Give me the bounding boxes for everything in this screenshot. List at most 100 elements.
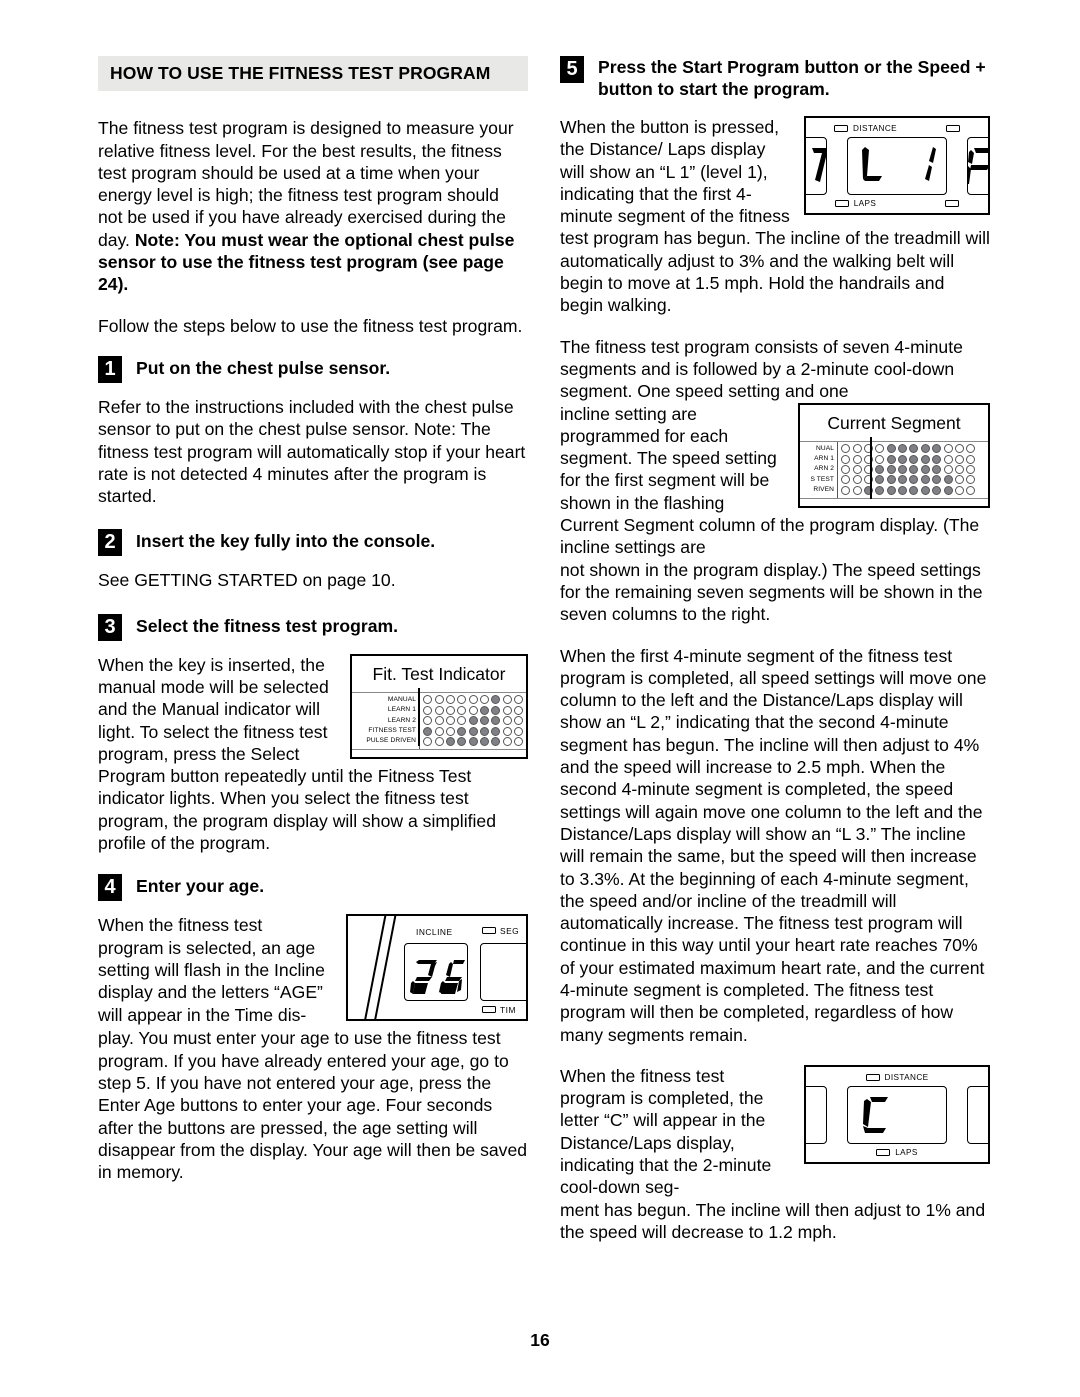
step-1-title: Put on the chest pulse sensor. — [136, 357, 391, 378]
led-dot-off — [445, 716, 455, 726]
step-5-number: 5 — [560, 56, 584, 83]
right-column: 5 Press the Start Program button or the … — [560, 56, 990, 1262]
matrix-row — [840, 444, 977, 454]
led-dot-on — [491, 695, 501, 705]
matrix-row — [422, 736, 524, 746]
led-dot-on — [932, 465, 942, 474]
paragraph-3: When the first 4-minute segment of the f… — [560, 645, 987, 1045]
led-dot-on — [886, 465, 896, 474]
led-dot-on — [480, 705, 490, 715]
led-dot-off — [502, 716, 512, 726]
led-dot-off — [954, 475, 964, 485]
led-dot-on — [898, 485, 908, 495]
step-4-number: 4 — [98, 874, 122, 902]
led-dot-off — [514, 726, 524, 736]
led-dot-off — [445, 695, 455, 705]
led-dot-on — [480, 736, 490, 746]
laps-right-led-icon — [945, 200, 960, 207]
led-dot-on — [909, 475, 919, 485]
led-dot-off — [423, 716, 433, 726]
step-5: 5 Press the Start Program button or the … — [560, 56, 990, 100]
led-dot-off — [514, 736, 524, 746]
matrix-row — [840, 464, 977, 474]
led-dot-off — [852, 465, 862, 474]
manual-page: HOW TO USE THE FITNESS TEST PROGRAM The … — [0, 0, 1080, 1397]
current-segment-row-label: ARN 1 — [814, 454, 834, 462]
letter-C-seven-segment — [863, 1096, 888, 1133]
paragraph-4-wrap-block: DISTANCE LAPS When the fitness test prog… — [560, 1064, 990, 1199]
cooldown-laps-led-icon — [876, 1149, 891, 1156]
led-dot-on — [943, 485, 953, 495]
step-2-number: 2 — [98, 529, 122, 557]
step-1: 1 Put on the chest pulse sensor. — [98, 355, 528, 383]
led-dot-on — [920, 444, 930, 454]
step-4-wrap-block: INCLINE SEG TIM When the fitness test pr… — [98, 914, 528, 1027]
current-segment-caption: Current Segment — [827, 412, 961, 433]
distance-led-icon — [834, 125, 848, 132]
led-dot-on — [468, 726, 478, 736]
segment-display-box — [480, 943, 526, 1002]
led-dot-off — [502, 726, 512, 736]
step-4-body-rest: play. You must enter your age to use the… — [98, 1028, 528, 1183]
distance-laps-value-box — [847, 137, 947, 195]
cooldown-digits — [806, 1085, 988, 1145]
step-4-title: Enter your age. — [136, 876, 265, 897]
time-led-icon — [482, 1006, 496, 1013]
matrix-row — [422, 695, 524, 705]
matrix-row — [840, 454, 977, 464]
paragraph-1-wrap-block: DISTANCE LAPS When the button is pressed… — [560, 116, 990, 227]
led-dot-on — [886, 475, 896, 485]
led-dot-off — [434, 736, 444, 746]
time-label: TIM — [500, 1005, 516, 1016]
left-column: HOW TO USE THE FITNESS TEST PROGRAM The … — [98, 56, 528, 1202]
step-2-body: See GETTING STARTED on page 10. — [98, 570, 396, 591]
step-3-wrap-block: Fit. Test Indicator MANUAL LEARN 1 LEARN… — [98, 653, 528, 765]
led-dot-off — [966, 485, 976, 495]
digit-1-seven-segment — [925, 147, 936, 181]
current-segment-dot-grid — [838, 442, 977, 498]
led-dot-on — [932, 485, 942, 495]
console-edge-line-2 — [372, 916, 398, 1020]
segment-label: SEG — [500, 926, 520, 937]
fit-test-row-label: LEARN 1 — [387, 706, 416, 714]
follow-steps-paragraph: Follow the steps below to use the fitnes… — [98, 315, 523, 336]
led-dot-off — [514, 705, 524, 715]
cooldown-right-box — [967, 1085, 988, 1144]
led-dot-on — [468, 736, 478, 746]
led-dot-off — [502, 736, 512, 746]
right-partial-digit-seven-segment — [968, 148, 988, 184]
led-dot-on — [875, 475, 885, 485]
led-dot-off — [457, 705, 467, 715]
step-2-title: Insert the key fully into the console. — [136, 531, 436, 552]
led-dot-off — [966, 454, 976, 464]
led-dot-off — [514, 695, 524, 705]
led-dot-off — [445, 705, 455, 715]
segment-led-icon — [482, 927, 496, 934]
led-dot-off — [445, 726, 455, 736]
intro-paragraph: The fitness test program is designed to … — [98, 117, 528, 295]
fit-test-leader-line — [418, 687, 420, 746]
led-dot-off — [966, 475, 976, 485]
led-dot-on — [920, 485, 930, 495]
paragraph-2-rest: not shown in the program display.) The s… — [560, 559, 983, 625]
fit-test-row-labels: MANUAL LEARN 1 LEARN 2 FITNESS TEST PULS… — [352, 692, 420, 749]
led-dot-off — [841, 454, 851, 464]
led-dot-off — [423, 695, 433, 705]
fit-test-dot-grid — [420, 693, 524, 749]
led-dot-on — [932, 475, 942, 485]
fit-test-row-label: LEARN 2 — [387, 716, 416, 724]
led-dot-on — [875, 465, 885, 474]
led-dot-on — [909, 465, 919, 474]
led-dot-off — [434, 716, 444, 726]
led-dot-off — [468, 705, 478, 715]
matrix-row — [840, 475, 977, 485]
paragraph-2-lead: The fitness test program consists of sev… — [560, 336, 963, 402]
led-dot-off — [875, 444, 885, 454]
led-dot-on — [920, 475, 930, 485]
step-3-body-rest: Program button repeatedly until the Fitn… — [98, 766, 496, 854]
letter-L-seven-segment — [862, 147, 882, 181]
step-1-body: Refer to the instructions included with … — [98, 396, 526, 507]
led-dot-on — [898, 465, 908, 474]
led-dot-on — [932, 454, 942, 464]
led-dot-on — [898, 444, 908, 454]
